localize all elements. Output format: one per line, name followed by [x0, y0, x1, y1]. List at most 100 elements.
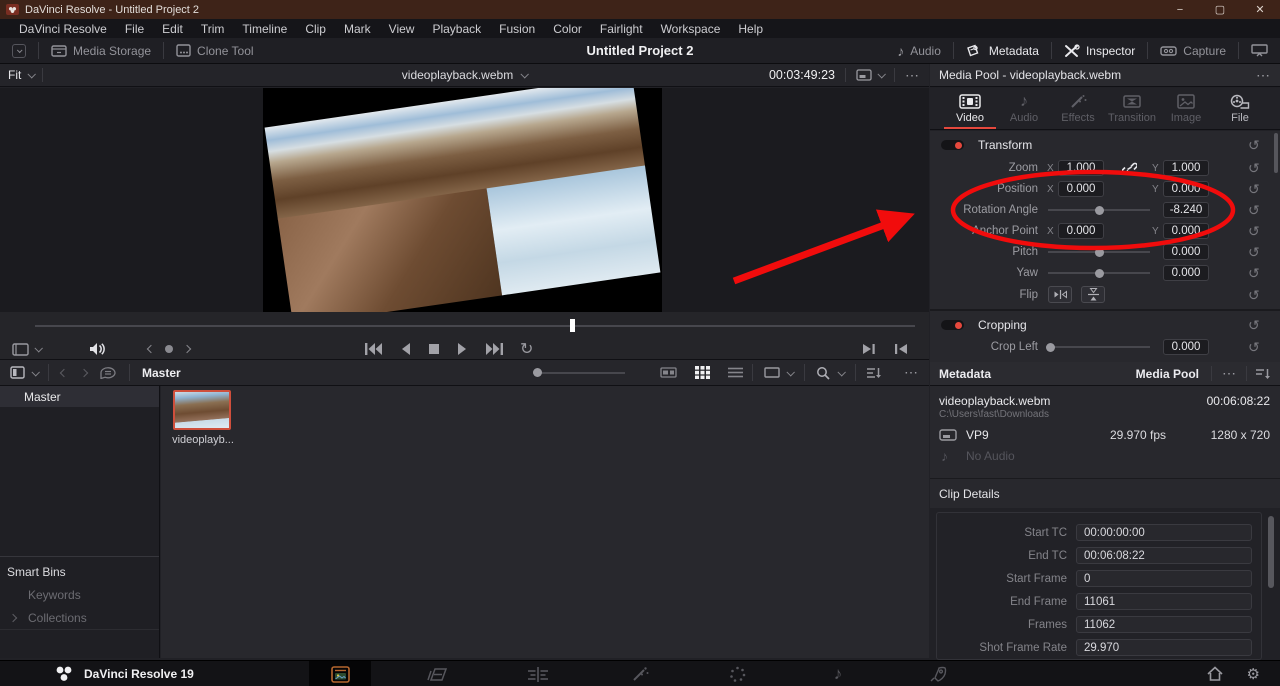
smart-bins-header[interactable]: Smart Bins [0, 565, 159, 579]
zoom-reset-icon[interactable]: ↺ [1248, 161, 1260, 175]
minimize-button[interactable]: − [1160, 0, 1200, 19]
page-deliver[interactable] [907, 661, 969, 686]
rotation-input[interactable]: -8.240 [1163, 202, 1209, 218]
tab-effects[interactable]: Effects [1052, 88, 1104, 129]
usage-filter-button[interactable] [99, 366, 129, 379]
menu-file[interactable]: File [116, 22, 153, 36]
tab-transition[interactable]: Transition [1106, 88, 1158, 129]
start-tc-input[interactable]: 00:00:00:00 [1076, 524, 1252, 541]
viewer-clip-select[interactable]: videoplayback.webm [0, 68, 929, 82]
menu-mark[interactable]: Mark [335, 22, 380, 36]
audio-panel-button[interactable]: ♪ Audio [885, 43, 953, 59]
search-button[interactable] [805, 366, 855, 380]
page-color[interactable] [706, 661, 768, 686]
menu-timeline[interactable]: Timeline [233, 22, 296, 36]
go-to-end-button[interactable] [485, 342, 504, 356]
yaw-input[interactable]: 0.000 [1163, 265, 1209, 281]
video-frame[interactable] [263, 88, 662, 312]
project-home-button[interactable] [1207, 666, 1223, 681]
shot-frame-rate-input[interactable]: 29.970 [1076, 639, 1252, 656]
pitch-slider[interactable] [1048, 247, 1150, 257]
cropping-section-reset-icon[interactable]: ↺ [1248, 318, 1260, 332]
tab-file[interactable]: File [1214, 88, 1266, 129]
metadata-sort-button[interactable] [1247, 368, 1280, 380]
inspector-options-menu[interactable]: ⋯ [1256, 67, 1280, 84]
tab-video[interactable]: Video [944, 88, 996, 129]
tab-audio[interactable]: ♪ Audio [998, 88, 1050, 129]
collections-expand-icon[interactable] [8, 613, 18, 623]
scrubber-track[interactable] [35, 325, 915, 327]
frames-input[interactable]: 11062 [1076, 616, 1252, 633]
rotation-slider[interactable] [1048, 205, 1150, 215]
metadata-options-menu[interactable]: ⋯ [1212, 365, 1246, 382]
bin-view-select[interactable] [10, 366, 40, 379]
thumbnail-view-button[interactable] [686, 366, 719, 379]
bin-back-button[interactable] [59, 368, 69, 377]
zoom-y-input[interactable]: 1.000 [1163, 160, 1209, 176]
menu-playback[interactable]: Playback [423, 22, 490, 36]
bin-forward-button[interactable] [79, 368, 89, 377]
sort-button[interactable] [856, 367, 893, 379]
cropping-toggle[interactable] [941, 320, 964, 330]
stop-button[interactable] [428, 343, 440, 355]
step-back-button[interactable] [399, 342, 412, 356]
capture-button[interactable]: Capture [1148, 44, 1238, 58]
menu-color[interactable]: Color [544, 22, 591, 36]
transform-section-reset-icon[interactable]: ↺ [1248, 138, 1260, 152]
play-button[interactable] [456, 342, 469, 356]
menu-fairlight[interactable]: Fairlight [591, 22, 652, 36]
menu-fusion[interactable]: Fusion [490, 22, 544, 36]
flip-reset-icon[interactable]: ↺ [1248, 288, 1260, 302]
page-fairlight[interactable]: ♪ [807, 661, 869, 686]
page-cut[interactable] [407, 661, 469, 686]
maximize-button[interactable]: ▢ [1200, 0, 1240, 19]
metadata-panel-button[interactable]: Metadata [954, 44, 1051, 58]
anchor-reset-icon[interactable]: ↺ [1248, 224, 1260, 238]
jog-control[interactable] [146, 344, 192, 354]
loop-button[interactable]: ↻ [520, 339, 533, 359]
bin-item-master[interactable]: Master [0, 386, 159, 407]
go-to-start-button[interactable] [364, 342, 383, 356]
clip-details-scrollbar[interactable] [1268, 516, 1274, 588]
tab-image[interactable]: Image [1160, 88, 1212, 129]
page-edit[interactable] [507, 661, 569, 686]
menu-davinci-resolve[interactable]: DaVinci Resolve [10, 22, 116, 36]
yaw-slider[interactable] [1048, 268, 1150, 278]
crop-left-reset-icon[interactable]: ↺ [1248, 340, 1260, 354]
preview-mode-select[interactable] [753, 367, 804, 378]
thumbnail-size-slider[interactable] [533, 368, 625, 377]
end-tc-input[interactable]: 00:06:08:22 [1076, 547, 1252, 564]
page-fusion[interactable] [609, 661, 671, 686]
page-media[interactable] [309, 661, 371, 686]
mute-button[interactable] [89, 342, 106, 356]
close-button[interactable]: ✕ [1240, 0, 1280, 19]
flip-vertical-button[interactable] [1081, 286, 1105, 303]
link-xy-icon[interactable] [1122, 162, 1137, 175]
metadata-context-select[interactable]: Media Pool [1136, 367, 1211, 381]
end-frame-input[interactable]: 11061 [1076, 593, 1252, 610]
mark-in-button[interactable] [894, 343, 908, 355]
viewer-display-select[interactable] [12, 342, 43, 356]
position-reset-icon[interactable]: ↺ [1248, 182, 1260, 196]
playhead[interactable] [570, 319, 575, 332]
menu-view[interactable]: View [380, 22, 424, 36]
zoom-x-input[interactable]: 1.000 [1058, 160, 1104, 176]
media-storage-button[interactable]: Media Storage [39, 44, 163, 58]
list-view-button[interactable] [719, 367, 752, 378]
position-y-input[interactable]: 0.000 [1163, 181, 1209, 197]
inspector-panel-button[interactable]: Inspector [1052, 44, 1147, 58]
crop-left-input[interactable]: 0.000 [1163, 339, 1209, 355]
filmstrip-view-button[interactable] [651, 367, 686, 378]
anchor-x-input[interactable]: 0.000 [1058, 223, 1104, 239]
mark-out-button[interactable] [862, 343, 876, 355]
settings-gear-button[interactable]: ⚙ [1247, 665, 1260, 683]
position-x-input[interactable]: 0.000 [1058, 181, 1104, 197]
panel-toggle-button[interactable] [0, 43, 38, 58]
pitch-reset-icon[interactable]: ↺ [1248, 245, 1260, 259]
crop-left-slider[interactable] [1046, 342, 1150, 352]
cleanfeed-monitor-button[interactable] [1239, 44, 1280, 57]
media-pool-options-menu[interactable]: ⋯ [893, 364, 929, 381]
transform-toggle[interactable] [941, 140, 964, 150]
smart-bin-collections[interactable]: Collections [0, 611, 159, 625]
menu-edit[interactable]: Edit [153, 22, 192, 36]
